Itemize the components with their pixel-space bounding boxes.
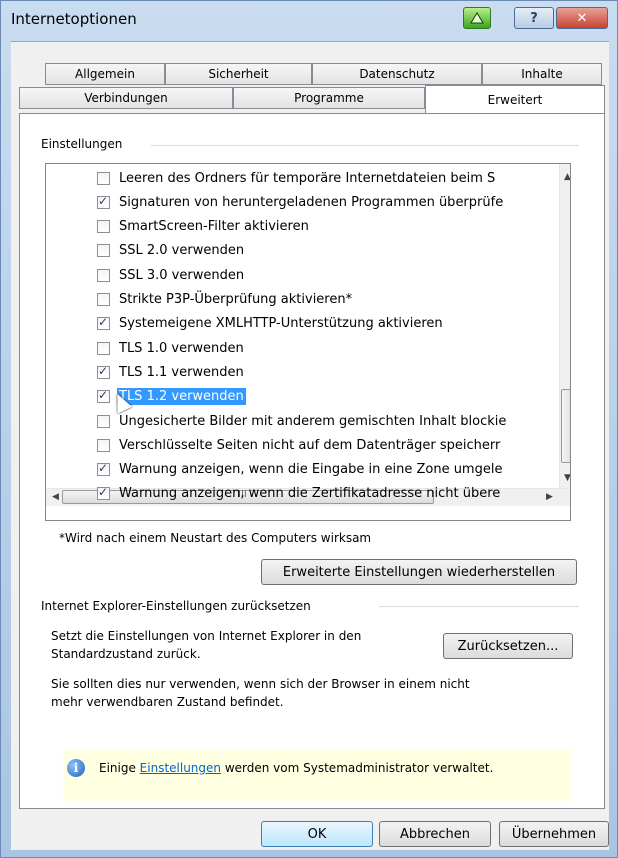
cancel-button[interactable]: Abbrechen [379,821,491,847]
setting-item[interactable]: Systemeigene XMLHTTP-Unterstützung aktiv… [97,313,557,335]
info-bar [63,749,571,801]
tab-datenschutz[interactable]: Datenschutz [312,63,482,85]
setting-checkbox[interactable] [97,293,110,306]
info-suffix: werden vom Systemadministrator verwaltet… [221,761,494,775]
apply-button[interactable]: Übernehmen [499,821,609,847]
setting-label[interactable]: Signaturen von heruntergeladenen Program… [119,195,503,210]
setting-checkbox[interactable] [97,315,110,331]
vertical-scroll-thumb[interactable] [561,389,570,463]
info-icon: i [67,759,85,777]
scroll-left-icon[interactable]: ◀ [52,492,59,502]
setting-item[interactable]: Strikte P3P-Überprüfung aktivieren* [97,289,557,311]
setting-checkbox[interactable] [97,388,110,404]
setting-item[interactable]: TLS 1.0 verwenden [97,337,557,359]
scroll-down-icon[interactable]: ▼ [564,473,570,483]
reset-note-line1: Sie sollten dies nur verwenden, wenn sic… [51,677,470,691]
setting-item[interactable]: Ungesicherte Bilder mit anderem gemischt… [97,410,557,432]
setting-label[interactable]: SSL 2.0 verwenden [119,243,244,258]
setting-item[interactable]: TLS 1.2 verwenden [97,386,557,408]
setting-label[interactable]: Systemeigene XMLHTTP-Unterstützung aktiv… [119,316,443,331]
setting-checkbox[interactable] [97,364,110,379]
setting-label[interactable]: TLS 1.2 verwenden [117,388,246,406]
tab-programme[interactable]: Programme [233,87,425,109]
tab-allgemein[interactable]: Allgemein [45,63,165,85]
setting-checkbox[interactable] [97,341,110,355]
admin-shield-icon [463,7,491,29]
setting-checkbox[interactable] [97,220,110,234]
restore-advanced-settings-button[interactable]: Erweiterte Einstellungen wiederherstelle… [261,559,577,585]
ok-button[interactable]: OK [261,821,373,847]
setting-label[interactable]: Warnung anzeigen, wenn die Eingabe in ei… [119,462,502,477]
restart-note: *Wird nach einem Neustart des Computers … [59,531,372,545]
scroll-up-icon[interactable]: ▲ [564,172,570,182]
setting-checkbox[interactable] [97,414,110,428]
setting-label[interactable]: Ungesicherte Bilder mit anderem gemischt… [119,414,506,429]
setting-label[interactable]: Verschlüsselte Seiten nicht auf dem Date… [119,438,500,453]
vertical-scrollbar[interactable]: ▲ ▼ [559,164,570,488]
settings-group-label: Einstellungen [41,137,123,151]
setting-item[interactable]: Signaturen von heruntergeladenen Program… [97,191,557,213]
info-text: Einige Einstellungen werden vom Systemad… [99,761,493,775]
tab-verbindungen[interactable]: Verbindungen [19,87,233,109]
setting-checkbox[interactable] [97,244,110,258]
setting-item[interactable]: Leeren des Ordners für temporäre Interne… [97,167,557,189]
close-button[interactable]: ✕ [556,7,608,29]
window-title: Internetoptionen [11,10,137,28]
setting-item[interactable]: SSL 2.0 verwenden [97,240,557,262]
setting-checkbox[interactable] [97,171,110,185]
internet-options-window: Internetoptionen ? ✕ Allgemein Sicherhei… [0,0,618,858]
info-prefix: Einige [99,761,140,775]
setting-checkbox[interactable] [97,485,110,501]
tab-sicherheit[interactable]: Sicherheit [165,63,312,85]
setting-label[interactable]: TLS 1.1 verwenden [119,365,244,380]
setting-label[interactable]: SSL 3.0 verwenden [119,268,244,283]
setting-checkbox[interactable] [97,461,110,477]
setting-label[interactable]: SmartScreen-Filter aktivieren [119,219,309,234]
title-bar: Internetoptionen ? ✕ [1,1,617,41]
setting-item[interactable]: TLS 1.1 verwenden [97,361,557,383]
setting-checkbox[interactable] [97,268,110,282]
setting-item[interactable]: SmartScreen-Filter aktivieren [97,216,557,238]
setting-item[interactable]: Warnung anzeigen, wenn die Zertifikatadr… [97,483,557,505]
settings-link[interactable]: Einstellungen [140,761,221,775]
setting-label[interactable]: Strikte P3P-Überprüfung aktivieren* [119,292,352,307]
reset-desc-line2: Standardzustand zurück. [51,647,201,661]
setting-item[interactable]: Warnung anzeigen, wenn die Eingabe in ei… [97,459,557,481]
setting-label[interactable]: TLS 1.0 verwenden [119,341,244,356]
reset-group-label: Internet Explorer-Einstellungen zurückse… [41,599,311,613]
tab-inhalte[interactable]: Inhalte [482,63,602,85]
help-button[interactable]: ? [514,7,554,29]
setting-item[interactable]: Verschlüsselte Seiten nicht auf dem Date… [97,434,557,456]
setting-label[interactable]: Leeren des Ordners für temporäre Interne… [119,171,495,186]
reset-note-line2: mehr verwendbaren Zustand befindet. [51,695,284,709]
reset-group-divider [379,606,579,607]
setting-checkbox[interactable] [97,438,110,452]
settings-group-divider [151,145,579,146]
reset-desc-line1: Setzt die Einstellungen von Internet Exp… [51,629,362,643]
setting-item[interactable]: SSL 3.0 verwenden [97,264,557,286]
reset-button[interactable]: Zurücksetzen... [443,633,573,659]
setting-checkbox[interactable] [97,194,110,209]
tab-erweitert[interactable]: Erweitert [425,85,605,113]
setting-label[interactable]: Warnung anzeigen, wenn die Zertifikatadr… [119,486,500,501]
